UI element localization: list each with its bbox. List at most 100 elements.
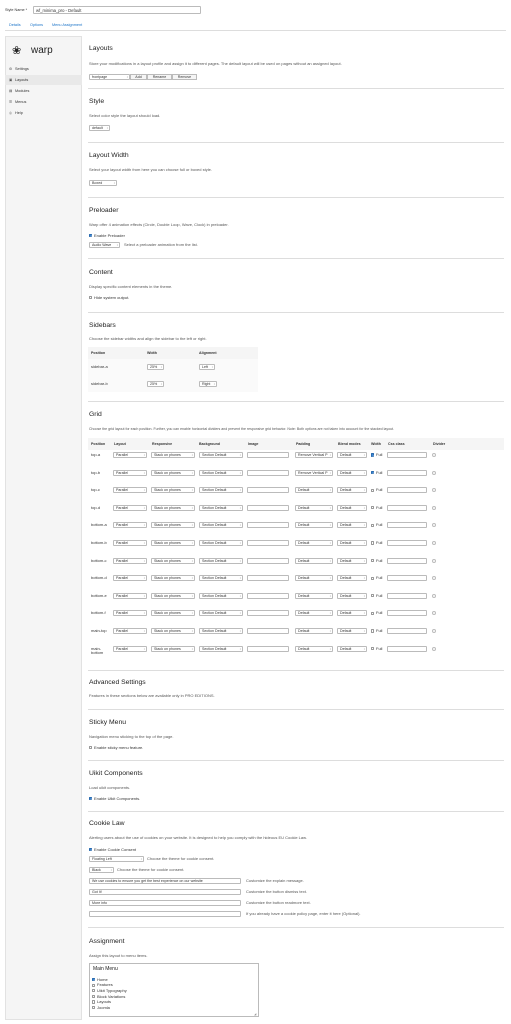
grid-css-class-input[interactable]	[387, 610, 427, 617]
grid-divider-toggle[interactable]	[432, 505, 436, 510]
grid-responsive-select[interactable]: Stack on phones	[151, 557, 195, 564]
grid-layout-select[interactable]: Parallel	[113, 522, 147, 529]
grid-image-input[interactable]	[247, 452, 289, 458]
resize-handle-icon[interactable]: ◢	[254, 1012, 256, 1016]
grid-css-class-input[interactable]	[387, 469, 427, 476]
grid-divider-toggle[interactable]	[432, 558, 436, 563]
grid-css-class-input[interactable]	[387, 504, 427, 511]
grid-image-input[interactable]	[247, 557, 289, 564]
grid-css-class-input[interactable]	[387, 452, 427, 458]
grid-image-input[interactable]	[247, 540, 289, 546]
grid-blend-select[interactable]: Default	[337, 504, 367, 511]
grid-padding-select[interactable]: Remove Vertical P	[295, 469, 333, 476]
cookie-message-input[interactable]: We use cookies to ensure you get the bes…	[89, 878, 241, 884]
grid-css-class-input[interactable]	[387, 628, 427, 634]
sidebar-item-menus[interactable]: ☰ Menus	[9, 100, 26, 104]
tab-options[interactable]: Options	[30, 23, 43, 27]
grid-full-checkbox[interactable]	[371, 594, 375, 598]
cookie-policy-input[interactable]	[89, 911, 241, 917]
grid-css-class-input[interactable]	[387, 592, 427, 599]
grid-layout-select[interactable]: Parallel	[113, 487, 147, 494]
cookie-dismiss-input[interactable]: Got It!	[89, 889, 241, 895]
sidebar-item-modules[interactable]: ▤ Modules	[9, 89, 29, 93]
menu-item-checkbox[interactable]	[92, 1000, 96, 1004]
cookie-consent-checkbox[interactable]	[89, 848, 93, 853]
sticky-menu-checkbox[interactable]	[89, 746, 93, 750]
grid-responsive-select[interactable]: Stack on phones	[151, 645, 195, 652]
grid-background-select[interactable]: Section Default	[199, 540, 243, 546]
grid-layout-select[interactable]: Parallel	[113, 628, 147, 634]
grid-css-class-input[interactable]	[387, 645, 427, 652]
rename-button[interactable]: Rename	[147, 74, 172, 80]
grid-layout-select[interactable]: Parallel	[113, 504, 147, 511]
grid-responsive-select[interactable]: Stack on phones	[151, 504, 195, 511]
grid-blend-select[interactable]: Default	[337, 645, 367, 652]
grid-responsive-select[interactable]: Stack on phones	[151, 452, 195, 458]
grid-padding-select[interactable]: Default	[295, 592, 333, 599]
grid-background-select[interactable]: Section Default	[199, 592, 243, 599]
grid-image-input[interactable]	[247, 575, 289, 582]
cookie-position-select[interactable]: Floating Left	[89, 856, 144, 862]
grid-full-checkbox[interactable]	[371, 559, 375, 563]
grid-blend-select[interactable]: Default	[337, 469, 367, 476]
grid-full-checkbox[interactable]	[371, 506, 375, 510]
grid-layout-select[interactable]: Parallel	[113, 557, 147, 564]
grid-blend-select[interactable]: Default	[337, 628, 367, 634]
grid-image-input[interactable]	[247, 628, 289, 634]
grid-divider-toggle[interactable]	[432, 593, 436, 598]
grid-image-input[interactable]	[247, 504, 289, 511]
menu-item-checkbox[interactable]	[92, 983, 96, 987]
grid-divider-toggle[interactable]	[432, 629, 436, 633]
grid-blend-select[interactable]: Default	[337, 557, 367, 564]
grid-css-class-input[interactable]	[387, 575, 427, 582]
grid-image-input[interactable]	[247, 487, 289, 494]
grid-background-select[interactable]: Section Default	[199, 522, 243, 529]
grid-css-class-input[interactable]	[387, 487, 427, 494]
grid-blend-select[interactable]: Default	[337, 452, 367, 458]
style-name-input[interactable]: wf_minima_pro - Default	[33, 6, 201, 14]
grid-blend-select[interactable]: Default	[337, 575, 367, 582]
grid-blend-select[interactable]: Default	[337, 610, 367, 617]
grid-padding-select[interactable]: Default	[295, 522, 333, 529]
grid-full-checkbox[interactable]	[371, 611, 375, 615]
menu-item-checkbox[interactable]	[92, 989, 96, 993]
grid-css-class-input[interactable]	[387, 522, 427, 529]
grid-background-select[interactable]: Section Default	[199, 557, 243, 564]
grid-divider-toggle[interactable]	[432, 453, 436, 457]
grid-full-checkbox[interactable]	[371, 541, 375, 545]
sidebar-alignment-select[interactable]: Left	[199, 364, 215, 370]
grid-padding-select[interactable]: Default	[295, 487, 333, 494]
grid-responsive-select[interactable]: Stack on phones	[151, 575, 195, 582]
grid-image-input[interactable]	[247, 522, 289, 529]
sidebar-width-select[interactable]: 25%	[147, 381, 164, 387]
grid-image-input[interactable]	[247, 469, 289, 476]
grid-divider-toggle[interactable]	[432, 646, 436, 651]
cookie-theme-select[interactable]: Black	[89, 867, 114, 873]
cookie-more-input[interactable]: More info	[89, 900, 241, 906]
grid-divider-toggle[interactable]	[432, 523, 436, 528]
grid-css-class-input[interactable]	[387, 557, 427, 564]
grid-divider-toggle[interactable]	[432, 488, 436, 493]
grid-layout-select[interactable]: Parallel	[113, 452, 147, 458]
grid-padding-select[interactable]: Default	[295, 645, 333, 652]
grid-background-select[interactable]: Section Default	[199, 628, 243, 634]
grid-layout-select[interactable]: Parallel	[113, 610, 147, 617]
grid-blend-select[interactable]: Default	[337, 540, 367, 546]
remove-button[interactable]: Remove	[172, 74, 197, 80]
uikit-checkbox[interactable]	[89, 797, 93, 802]
preloader-animation-select[interactable]: Audio Wave	[89, 242, 120, 248]
grid-padding-select[interactable]: Remove Vertical P	[295, 452, 333, 458]
grid-responsive-select[interactable]: Stack on phones	[151, 592, 195, 599]
grid-responsive-select[interactable]: Stack on phones	[151, 522, 195, 529]
grid-padding-select[interactable]: Default	[295, 610, 333, 617]
add-button[interactable]: Add	[130, 74, 147, 80]
grid-image-input[interactable]	[247, 645, 289, 652]
grid-layout-select[interactable]: Parallel	[113, 469, 147, 476]
grid-full-checkbox[interactable]	[371, 471, 375, 476]
sidebar-width-select[interactable]: 25%	[147, 364, 164, 370]
grid-divider-toggle[interactable]	[432, 576, 436, 581]
grid-layout-select[interactable]: Parallel	[113, 645, 147, 652]
layout-profile-select[interactable]: frontpage	[89, 74, 130, 80]
grid-background-select[interactable]: Section Default	[199, 610, 243, 617]
grid-background-select[interactable]: Section Default	[199, 487, 243, 494]
